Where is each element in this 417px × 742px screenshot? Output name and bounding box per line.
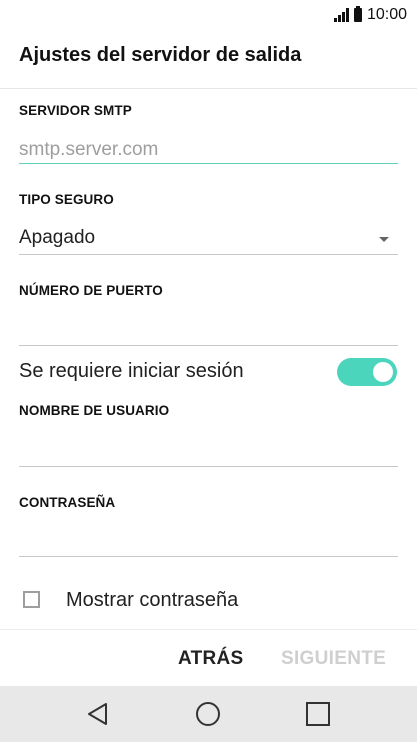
screen: 10:00 Ajustes del servidor de salida SER…: [0, 0, 417, 742]
nav-home-icon[interactable]: [194, 700, 222, 728]
status-time: 10:00: [366, 6, 407, 23]
status-icons: 10:00: [333, 5, 407, 25]
navigation-bar: [0, 686, 417, 742]
show-password-row[interactable]: Mostrar contraseña: [0, 582, 417, 622]
username-label: NOMBRE DE USUARIO: [19, 403, 170, 418]
password-input[interactable]: [19, 522, 398, 550]
username-underline: [19, 466, 398, 467]
username-input[interactable]: [19, 432, 398, 460]
status-bar: 10:00: [0, 0, 417, 30]
security-type-label: TIPO SEGURO: [19, 192, 114, 207]
port-number-underline: [19, 345, 398, 346]
nav-back-icon[interactable]: [84, 700, 112, 728]
smtp-server-input[interactable]: [19, 137, 398, 163]
smtp-server-underline: [19, 163, 398, 164]
header: Ajustes del servidor de salida: [0, 30, 417, 89]
security-type-select[interactable]: Apagado: [0, 220, 417, 256]
show-password-label: Mostrar contraseña: [66, 589, 239, 611]
footer-divider: [0, 629, 417, 630]
security-type-underline: [19, 254, 398, 255]
nav-recent-icon[interactable]: [304, 700, 332, 728]
next-button[interactable]: SIGUIENTE: [281, 648, 386, 670]
signal-icon: [333, 8, 349, 22]
password-label: CONTRASEÑA: [19, 495, 116, 510]
password-underline: [19, 556, 398, 557]
back-button[interactable]: ATRÁS: [178, 648, 244, 670]
smtp-server-label: SERVIDOR SMTP: [19, 103, 132, 118]
page-title: Ajustes del servidor de salida: [19, 44, 302, 66]
toggle-knob: [373, 362, 393, 382]
show-password-checkbox[interactable]: [23, 591, 40, 608]
dropdown-arrow-icon: [379, 237, 389, 242]
login-required-label: Se requiere iniciar sesión: [19, 360, 244, 382]
battery-icon: [353, 6, 362, 22]
security-type-value: Apagado: [19, 227, 96, 248]
login-required-toggle[interactable]: [337, 358, 397, 386]
port-number-label: NÚMERO DE PUERTO: [19, 283, 163, 298]
port-number-input[interactable]: [19, 312, 398, 340]
